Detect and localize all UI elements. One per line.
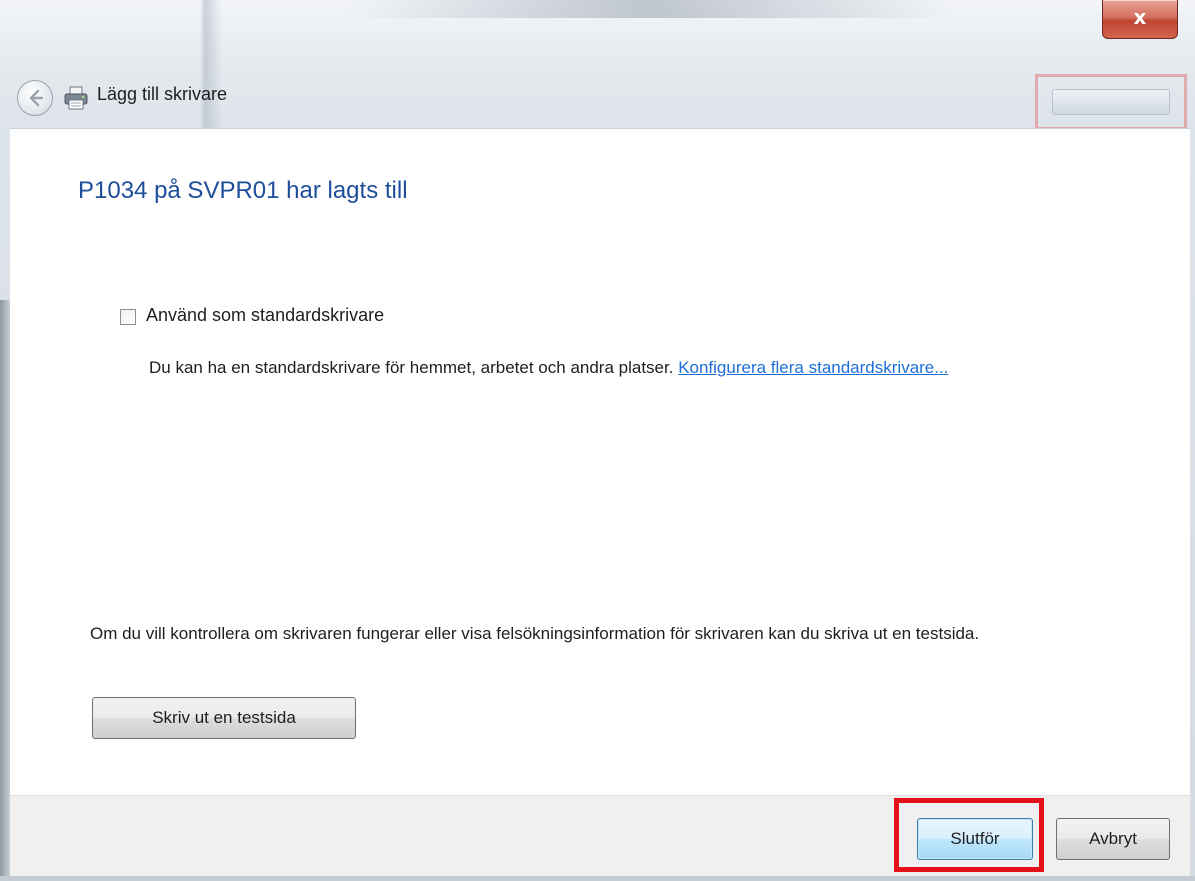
window-left-edge — [0, 300, 10, 881]
window-bottom-edge — [0, 876, 1195, 881]
default-printer-checkbox[interactable] — [120, 309, 136, 325]
wizard-content: P1034 på SVPR01 har lagts till Använd so… — [10, 128, 1190, 796]
title-bar: Lägg till skrivare — [0, 70, 1195, 130]
finish-button[interactable]: Slutför — [917, 818, 1033, 860]
page-title: P1034 på SVPR01 har lagts till — [78, 177, 408, 204]
printer-icon — [64, 86, 88, 110]
wizard-footer: Slutför Avbryt — [10, 795, 1190, 877]
background-window-button-face — [1052, 89, 1170, 115]
default-printer-description: Du kan ha en standardskrivare för hemmet… — [149, 355, 1109, 381]
close-icon: x — [1133, 5, 1147, 29]
default-printer-label[interactable]: Använd som standardskrivare — [146, 305, 384, 326]
print-test-page-button[interactable]: Skriv ut en testsida — [92, 697, 356, 739]
close-button[interactable]: x — [1102, 0, 1178, 39]
description-text: Du kan ha en standardskrivare för hemmet… — [149, 358, 674, 377]
test-page-info: Om du vill kontrollera om skrivaren fung… — [90, 624, 980, 643]
back-button[interactable] — [17, 80, 53, 116]
configure-default-printers-link[interactable]: Konfigurera flera standardskrivare... — [678, 358, 948, 377]
cancel-button[interactable]: Avbryt — [1056, 818, 1170, 860]
glass-streak — [340, 0, 960, 18]
window-title: Lägg till skrivare — [97, 84, 228, 104]
background-window-button — [1035, 74, 1187, 130]
back-arrow-icon — [29, 89, 44, 107]
